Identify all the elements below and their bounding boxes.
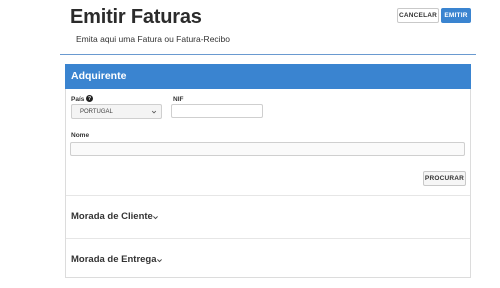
country-select-value: PORTUGAL xyxy=(80,108,113,115)
delivery-address-toggle[interactable]: Morada de Entrega xyxy=(71,254,157,265)
nif-input[interactable] xyxy=(171,104,263,118)
title-divider xyxy=(60,54,476,55)
chevron-down-icon[interactable] xyxy=(156,257,163,264)
nif-label: NIF xyxy=(173,96,184,103)
emit-button[interactable]: EMITIR xyxy=(441,8,471,23)
chevron-down-icon xyxy=(151,110,157,114)
question-circle-icon[interactable]: ? xyxy=(86,95,93,102)
page-title: Emitir Faturas xyxy=(70,6,202,28)
section-divider xyxy=(66,238,470,239)
section-divider xyxy=(66,195,470,196)
name-label: Nome xyxy=(71,132,90,139)
chevron-down-icon[interactable] xyxy=(152,214,159,221)
cancel-button[interactable]: CANCELAR xyxy=(397,8,439,23)
client-address-toggle[interactable]: Morada de Cliente xyxy=(71,211,153,222)
country-label: País xyxy=(71,96,85,103)
buyer-card-title: Adquirente xyxy=(71,70,127,82)
buyer-card-header: Adquirente xyxy=(65,64,471,89)
search-button[interactable]: PROCURAR xyxy=(423,171,466,186)
page-subtitle: Emita aqui uma Fatura ou Fatura-Recibo xyxy=(76,34,231,44)
buyer-card xyxy=(65,64,471,278)
country-select[interactable]: PORTUGAL xyxy=(71,104,162,119)
name-input[interactable] xyxy=(70,142,465,156)
